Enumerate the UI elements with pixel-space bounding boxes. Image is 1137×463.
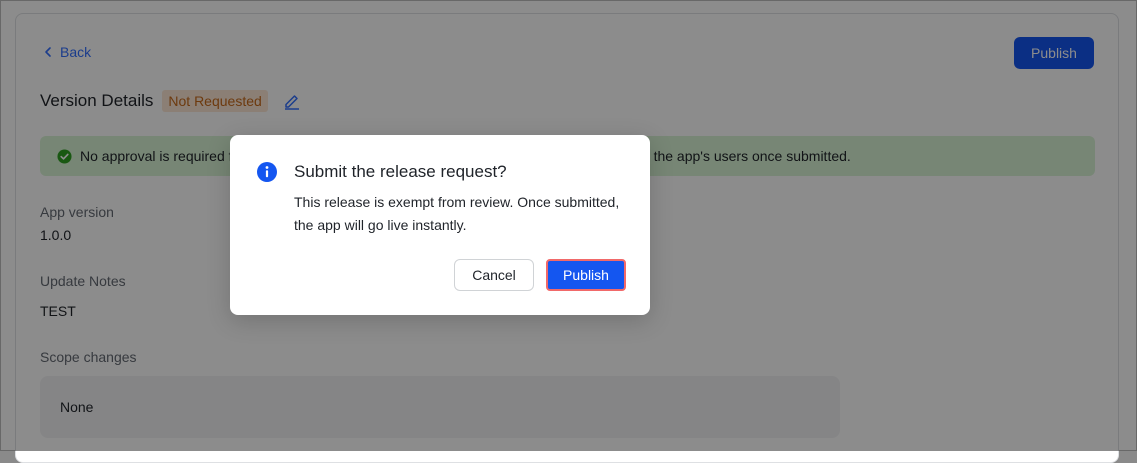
confirm-publish-button[interactable]: Publish <box>546 259 626 291</box>
dialog-title: Submit the release request? <box>294 162 507 181</box>
dialog-body: This release is exempt from review. Once… <box>294 194 620 233</box>
submit-release-dialog: Submit the release request? This release… <box>230 135 650 315</box>
cancel-button[interactable]: Cancel <box>454 259 534 291</box>
info-icon <box>257 162 277 182</box>
